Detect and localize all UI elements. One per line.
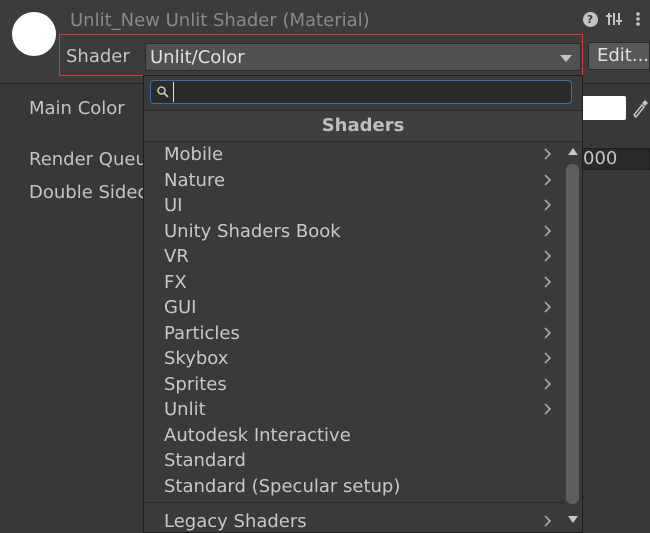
chevron-right-icon (544, 326, 552, 339)
search-icon (157, 86, 169, 98)
list-item[interactable]: Skybox (144, 346, 564, 372)
list-item-label: Nature (164, 169, 226, 191)
list-item-label: Legacy Shaders (164, 511, 307, 532)
shader-selector-popup: Shaders Mobile Nature UI Unity Shaders B… (143, 75, 583, 533)
list-item-label: UI (164, 195, 183, 216)
list-item[interactable]: Autodesk Interactive (144, 423, 564, 449)
edit-shader-button[interactable]: Edit... (588, 42, 650, 70)
scroll-thumb[interactable] (566, 164, 579, 504)
scroll-up-icon[interactable] (568, 148, 578, 155)
eyedropper-icon[interactable] (630, 97, 650, 119)
more-options-icon[interactable] (630, 10, 646, 28)
shader-row: Shader Unlit/Color (59, 34, 583, 76)
scrollbar[interactable] (564, 142, 582, 532)
shader-dropdown[interactable]: Unlit/Color (145, 43, 581, 71)
list-item[interactable]: Nature (144, 168, 564, 194)
list-item-label: Skybox (164, 348, 229, 369)
list-item-label: Standard (164, 450, 246, 471)
header-icons: ? (582, 10, 646, 28)
chevron-down-icon (560, 55, 572, 62)
double-sided-label: Double Sidec (29, 182, 148, 203)
shader-list: Mobile Nature UI Unity Shaders Book VR F… (144, 142, 564, 499)
list-item-label: Standard (Specular setup) (164, 475, 401, 497)
list-item[interactable]: Unity Shaders Book (144, 219, 564, 245)
render-queue-field[interactable]: 000 (580, 148, 650, 170)
chevron-right-icon (544, 250, 552, 262)
list-item-label: Unlit (164, 399, 206, 420)
list-item[interactable]: VR (144, 244, 564, 270)
chevron-right-icon (544, 148, 552, 160)
chevron-right-icon (544, 377, 552, 390)
search-box[interactable] (150, 80, 572, 104)
chevron-right-icon (544, 352, 552, 364)
list-item[interactable]: FX (144, 270, 564, 296)
chevron-right-icon (544, 301, 552, 313)
list-item-label: Unity Shaders Book (164, 220, 341, 242)
chevron-right-icon (544, 173, 552, 186)
shader-label: Shader (66, 46, 130, 67)
list-item[interactable]: Mobile (144, 142, 564, 168)
list-item-label: VR (164, 246, 189, 267)
main-color-swatch[interactable] (580, 96, 626, 120)
list-item-legacy-shaders[interactable]: Legacy Shaders (144, 502, 564, 532)
chevron-right-icon (544, 275, 552, 288)
chevron-right-icon (544, 199, 552, 211)
list-item[interactable]: Standard (144, 448, 564, 474)
settings-sliders-icon[interactable] (606, 10, 622, 28)
material-preview-icon (12, 12, 56, 56)
material-title: Unlit_New Unlit Shader (Material) (70, 10, 370, 31)
list-item[interactable]: Sprites (144, 372, 564, 398)
list-item-label: Autodesk Interactive (164, 424, 351, 446)
popup-header: Shaders (144, 110, 582, 142)
list-item-label: Sprites (164, 373, 227, 395)
list-item-label: Mobile (164, 144, 224, 165)
list-item[interactable]: GUI (144, 295, 564, 321)
list-item-label: FX (164, 271, 187, 293)
list-item[interactable]: Unlit (144, 397, 564, 423)
list-item[interactable]: UI (144, 193, 564, 219)
list-item-label: Particles (164, 322, 240, 344)
render-queue-label: Render Queu (29, 149, 147, 170)
list-item[interactable]: Standard (Specular setup) (144, 474, 564, 500)
chevron-right-icon (544, 224, 552, 237)
list-item[interactable]: Particles (144, 321, 564, 347)
search-input[interactable] (173, 82, 563, 102)
help-icon[interactable]: ? (582, 10, 598, 28)
chevron-right-icon (544, 515, 552, 527)
shader-dropdown-value: Unlit/Color (150, 47, 245, 68)
scroll-down-icon[interactable] (568, 516, 578, 523)
main-color-label: Main Color (29, 98, 125, 119)
list-item-label: GUI (164, 297, 197, 318)
chevron-right-icon (544, 403, 552, 415)
